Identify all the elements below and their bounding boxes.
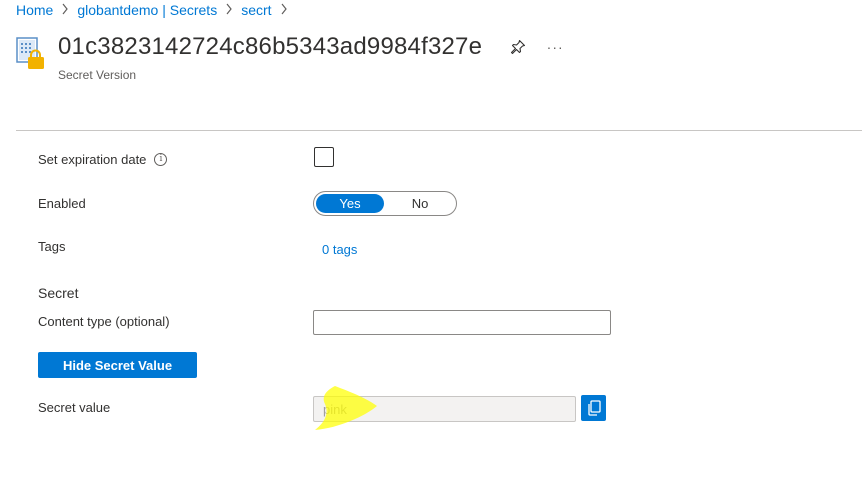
tags-label: Tags	[38, 239, 66, 254]
enabled-label: Enabled	[38, 196, 86, 211]
header-divider	[16, 130, 862, 131]
enabled-yes-option[interactable]: Yes	[316, 194, 384, 213]
title-row: 01c3823142724c86b5343ad9984f327e ···	[58, 34, 566, 60]
more-options-button[interactable]: ···	[544, 37, 566, 57]
hide-secret-value-button[interactable]: Hide Secret Value	[38, 352, 197, 378]
secret-value-field[interactable]: pink	[313, 396, 576, 422]
chevron-right-icon	[225, 3, 233, 17]
chevron-right-icon	[61, 3, 69, 17]
enabled-toggle: Yes No	[313, 191, 457, 216]
enabled-no-option[interactable]: No	[386, 194, 454, 213]
breadcrumb-secret[interactable]: secrt	[241, 2, 271, 18]
expiration-row-label: Set expiration date i	[38, 152, 168, 167]
page-title: 01c3823142724c86b5343ad9984f327e	[58, 33, 483, 60]
breadcrumb: Home globantdemo | Secrets secrt	[16, 0, 288, 20]
key-vault-secret-icon	[16, 34, 48, 70]
tags-link[interactable]: 0 tags	[322, 242, 357, 257]
breadcrumb-home[interactable]: Home	[16, 2, 53, 18]
secret-value-label: Secret value	[38, 400, 111, 415]
secret-section-heading: Secret	[38, 285, 79, 301]
page-subtitle: Secret Version	[58, 68, 137, 82]
info-icon[interactable]: i	[154, 153, 168, 166]
content-type-label: Content type (optional)	[38, 314, 170, 329]
expiration-checkbox[interactable]	[314, 147, 334, 167]
secret-version-page: Home globantdemo | Secrets secrt 01c3823…	[0, 0, 862, 488]
chevron-right-icon	[280, 3, 288, 17]
page-header: 01c3823142724c86b5343ad9984f327e ··· Sec…	[16, 34, 566, 82]
title-block: 01c3823142724c86b5343ad9984f327e ··· Sec…	[58, 34, 566, 83]
breadcrumb-secrets[interactable]: globantdemo | Secrets	[77, 2, 217, 18]
expiration-label: Set expiration date	[38, 152, 147, 167]
pin-icon[interactable]	[508, 37, 528, 57]
copy-icon[interactable]	[581, 395, 606, 421]
content-type-input[interactable]	[313, 310, 611, 335]
